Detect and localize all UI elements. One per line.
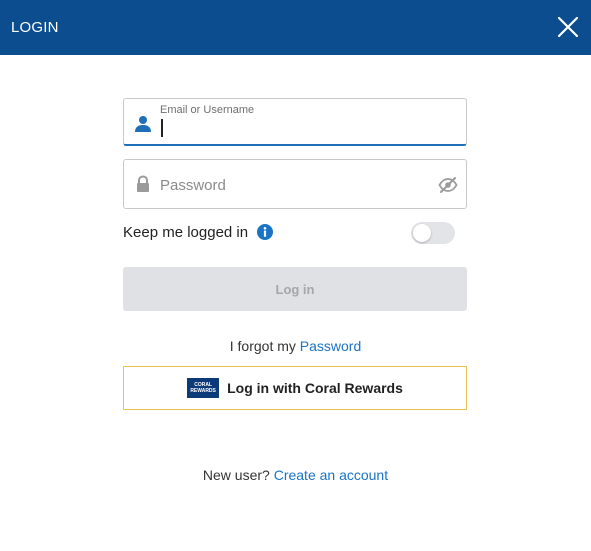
text-caret [161,119,163,137]
email-label: Email or Username [160,104,255,116]
info-icon[interactable] [257,224,273,240]
keep-logged-in-row: Keep me logged in [123,222,467,244]
forgot-prefix: I forgot my [229,338,296,354]
keep-logged-in-toggle[interactable] [411,222,455,244]
login-button[interactable]: Log in [123,267,467,311]
coral-rewards-login-button[interactable]: CORAL REWARDS Log in with Coral Rewards [123,366,467,410]
close-icon[interactable] [557,16,579,38]
new-user-prefix: New user? [202,467,270,483]
coral-rewards-label: Log in with Coral Rewards [227,380,403,396]
user-icon [135,116,151,132]
password-input[interactable] [160,175,430,195]
keep-logged-in-label: Keep me logged in [123,224,249,241]
password-field[interactable] [123,159,467,209]
rewards-logo-text-2: REWARDS [190,388,216,394]
create-account-link[interactable]: Create an account [274,467,388,483]
eye-slash-icon[interactable] [438,175,458,195]
lock-icon [137,175,149,192]
forgot-password-row: I forgot my Password [0,338,591,354]
modal-header: LOGIN [0,0,591,55]
forgot-password-link[interactable]: Password [300,338,361,354]
toggle-knob [413,224,431,242]
email-field[interactable]: Email or Username [123,98,467,146]
email-input[interactable] [160,119,450,137]
new-user-row: New user? Create an account [0,467,591,483]
coral-rewards-logo: CORAL REWARDS [187,378,220,398]
modal-title: LOGIN [11,19,59,36]
